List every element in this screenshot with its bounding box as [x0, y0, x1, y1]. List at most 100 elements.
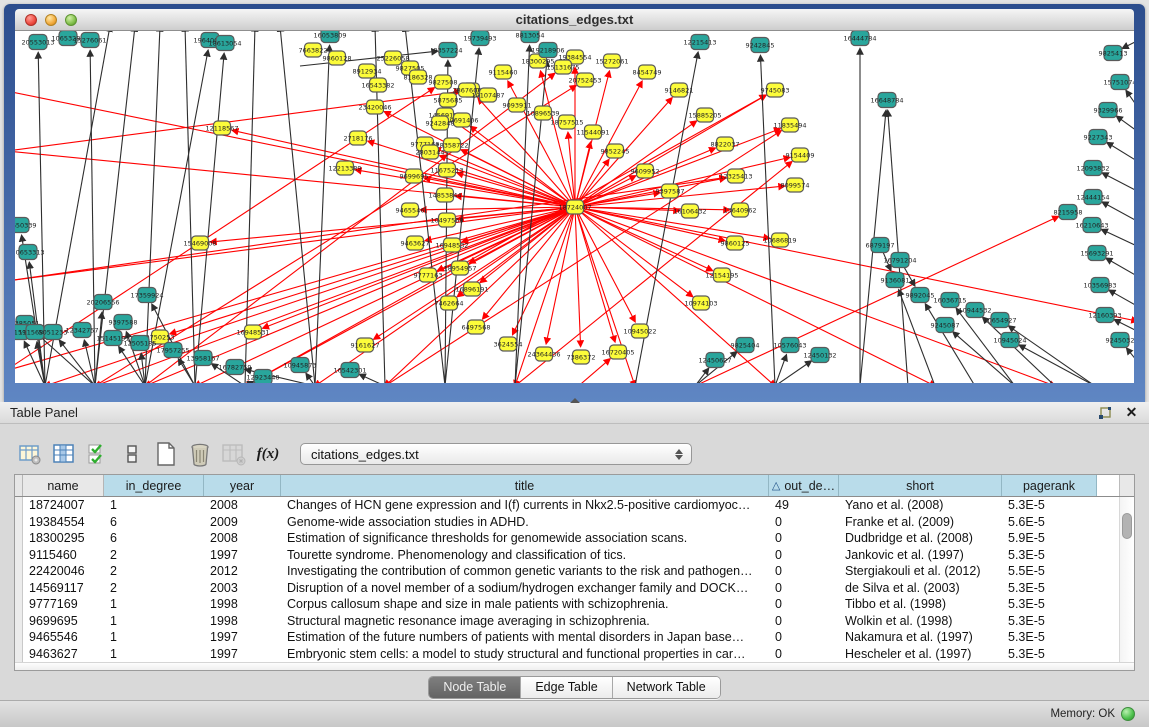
table-cell[interactable]: 0	[769, 531, 839, 545]
table-cell[interactable]: 5.3E-5	[1002, 647, 1097, 661]
graph-edge[interactable]	[575, 207, 935, 383]
table-cell[interactable]: Jankovic et al. (1997)	[839, 548, 1002, 562]
table-row[interactable]: 1456911722003Disruption of a novel membe…	[23, 580, 1119, 597]
column-header-year[interactable]: year	[204, 475, 281, 496]
graph-edge[interactable]	[575, 157, 789, 207]
vertical-scrollbar[interactable]	[1119, 497, 1134, 662]
table-cell[interactable]: 1	[104, 647, 204, 661]
float-panel-button[interactable]	[1097, 405, 1112, 420]
table-cell[interactable]: 1997	[204, 548, 281, 562]
import-table-button[interactable]	[220, 440, 248, 468]
table-cell[interactable]: 2	[104, 581, 204, 595]
table-cell[interactable]: Estimation of significance thresholds fo…	[281, 531, 769, 545]
table-cell[interactable]: Investigating the contribution of common…	[281, 564, 769, 578]
table-selector-dropdown[interactable]: citations_edges.txt	[300, 443, 692, 465]
graph-edge[interactable]	[119, 347, 145, 383]
function-builder-button[interactable]: f(x)	[254, 440, 282, 468]
table-cell[interactable]: 9463627	[23, 647, 104, 661]
table-cell[interactable]: 6	[104, 531, 204, 545]
delete-columns-button[interactable]	[186, 440, 214, 468]
table-cell[interactable]: Corpus callosum shape and size in male p…	[281, 597, 769, 611]
table-cell[interactable]: 2009	[204, 515, 281, 529]
table-cell[interactable]: 2012	[204, 564, 281, 578]
graph-edge[interactable]	[1115, 320, 1134, 331]
table-cell[interactable]: 0	[769, 647, 839, 661]
table-cell[interactable]: 2	[104, 548, 204, 562]
table-cell[interactable]: Hescheler et al. (1997)	[839, 647, 1002, 661]
table-cell[interactable]: 9777169	[23, 597, 104, 611]
column-header-name[interactable]: name	[23, 475, 104, 496]
network-view[interactable]: 1872400719384554183002959115460224200461…	[15, 31, 1134, 383]
table-cell[interactable]: 9699695	[23, 614, 104, 628]
graph-edge[interactable]	[385, 112, 575, 207]
graph-edge[interactable]	[575, 207, 581, 346]
graph-edge[interactable]	[1127, 349, 1134, 361]
table-row[interactable]: 911546021997Tourette syndrome. Phenomeno…	[23, 547, 1119, 564]
graph-edge[interactable]	[575, 207, 1134, 321]
tab-edge-table[interactable]: Edge Table	[521, 677, 612, 698]
graph-edge[interactable]	[15, 91, 575, 207]
graph-edge[interactable]	[15, 91, 460, 151]
table-cell[interactable]: Tibbo et al. (1998)	[839, 597, 1002, 611]
column-header-pagerank[interactable]: pagerank	[1002, 475, 1097, 496]
table-cell[interactable]: 1998	[204, 597, 281, 611]
graph-edge[interactable]	[1103, 173, 1134, 191]
column-header-title[interactable]: title	[281, 475, 769, 496]
tab-node-table[interactable]: Node Table	[429, 677, 521, 698]
memory-indicator[interactable]	[1121, 707, 1135, 721]
network-window-titlebar[interactable]: citations_edges.txt	[15, 9, 1134, 31]
table-cell[interactable]: Tourette syndrome. Phenomenology and cla…	[281, 548, 769, 562]
table-cell[interactable]: 0	[769, 614, 839, 628]
graph-edge[interactable]	[1103, 202, 1134, 221]
table-cell[interactable]: 19384554	[23, 515, 104, 529]
table-cell[interactable]: 5.3E-5	[1002, 498, 1097, 512]
table-cell[interactable]: 2	[104, 564, 204, 578]
table-cell[interactable]: 1	[104, 614, 204, 628]
table-cell[interactable]: 5.3E-5	[1002, 630, 1097, 644]
graph-edge[interactable]	[1102, 230, 1134, 246]
table-cell[interactable]: 5.9E-5	[1002, 531, 1097, 545]
select-rows-button[interactable]	[84, 440, 112, 468]
table-cell[interactable]: 5.6E-5	[1002, 515, 1097, 529]
table-cell[interactable]: Wolkin et al. (1998)	[839, 614, 1002, 628]
split-handle[interactable]	[570, 398, 580, 403]
column-header-in_degree[interactable]: in_degree	[104, 475, 204, 496]
horizontal-scrollbar[interactable]	[15, 662, 1134, 671]
table-cell[interactable]: Nakamura et al. (1997)	[839, 630, 1002, 644]
table-cell[interactable]: 0	[769, 597, 839, 611]
table-cell[interactable]: 0	[769, 548, 839, 562]
column-header-short[interactable]: short	[839, 475, 1002, 496]
graph-edge[interactable]	[546, 207, 575, 343]
table-row[interactable]: 1830029562008Estimation of significance …	[23, 530, 1119, 547]
graph-edge[interactable]	[15, 207, 575, 281]
table-cell[interactable]: de Silva et al. (2003)	[839, 581, 1002, 595]
table-cell[interactable]: 18300295	[23, 531, 104, 545]
table-cell[interactable]: Genome-wide association studies in ADHD.	[281, 515, 769, 529]
create-column-button[interactable]	[152, 440, 180, 468]
table-cell[interactable]: Franke et al. (2009)	[839, 515, 1002, 529]
table-cell[interactable]: Estimation of the future numbers of pati…	[281, 630, 769, 644]
table-cell[interactable]: 1	[104, 498, 204, 512]
column-header-out_de[interactable]: △out_de…	[769, 475, 839, 496]
table-row[interactable]: 946554611997Estimation of the future num…	[23, 629, 1119, 646]
row-height-button[interactable]	[118, 440, 146, 468]
table-cell[interactable]: 0	[769, 581, 839, 595]
graph-edge[interactable]	[185, 31, 195, 383]
graph-edge[interactable]	[760, 56, 775, 383]
table-cell[interactable]: 5.3E-5	[1002, 597, 1097, 611]
table-cell[interactable]: 5.3E-5	[1002, 614, 1097, 628]
table-cell[interactable]: Stergiakouli et al. (2012)	[839, 564, 1002, 578]
graph-edge[interactable]	[1107, 143, 1134, 161]
table-row[interactable]: 2242004622012Investigating the contribut…	[23, 563, 1119, 580]
table-cell[interactable]: 22420046	[23, 564, 104, 578]
graph-edge[interactable]	[195, 54, 224, 383]
graph-edge[interactable]	[280, 31, 315, 383]
graph-edge[interactable]	[1123, 41, 1134, 48]
zoom-window-button[interactable]	[65, 14, 77, 26]
graph-edge[interactable]	[315, 46, 330, 383]
graph-edge[interactable]	[45, 207, 575, 383]
table-row[interactable]: 1938455462009Genome-wide association stu…	[23, 514, 1119, 531]
table-cell[interactable]: 0	[769, 630, 839, 644]
graph-edge[interactable]	[1110, 290, 1134, 306]
table-cell[interactable]: Disruption of a novel member of a sodium…	[281, 581, 769, 595]
